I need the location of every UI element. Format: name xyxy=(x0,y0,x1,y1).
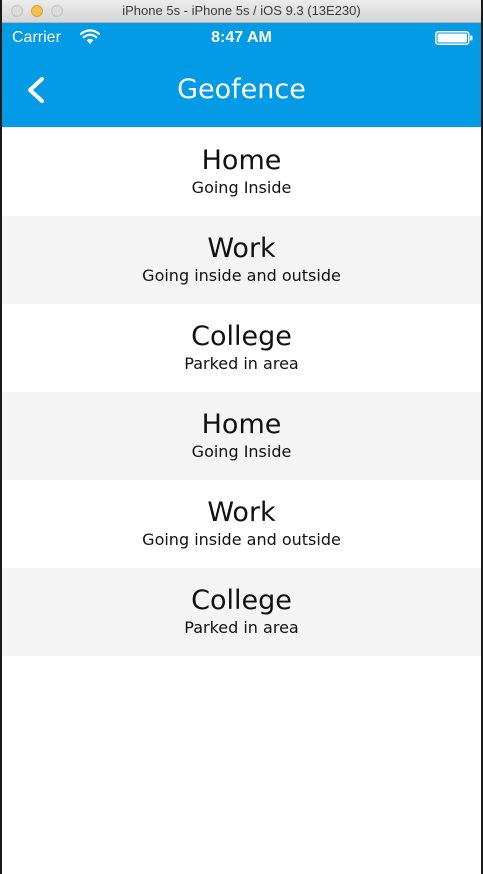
geofence-name: Work xyxy=(207,233,276,264)
window-title: iPhone 5s - iPhone 5s / iOS 9.3 (13E230) xyxy=(122,3,361,18)
status-time: 8:47 AM xyxy=(211,29,272,46)
geofence-name: College xyxy=(191,321,292,352)
geofence-list-item[interactable]: Home Going Inside xyxy=(2,128,481,216)
simulator-window: iPhone 5s - iPhone 5s / iOS 9.3 (13E230)… xyxy=(0,0,483,874)
geofence-name: Home xyxy=(201,409,282,440)
geofence-event: Going Inside xyxy=(191,442,292,461)
geofence-list-item[interactable]: Home Going Inside xyxy=(2,392,481,480)
geofence-list-item[interactable]: College Parked in area xyxy=(2,568,481,656)
navigation-bar: Geofence xyxy=(2,52,481,127)
geofence-event: Going Inside xyxy=(191,178,292,197)
status-bar: Carrier 8:47 AM xyxy=(2,23,481,52)
geofence-event: Going inside and outside xyxy=(142,266,341,285)
geofence-event: Going inside and outside xyxy=(142,530,341,549)
geofence-event: Parked in area xyxy=(184,354,299,373)
battery-icon xyxy=(435,31,473,45)
geofence-list-item[interactable]: College Parked in area xyxy=(2,304,481,392)
geofence-event: Parked in area xyxy=(184,618,299,637)
geofence-name: Work xyxy=(207,497,276,528)
geofence-list-item[interactable]: Work Going inside and outside xyxy=(2,216,481,304)
geofence-list-item[interactable]: Work Going inside and outside xyxy=(2,480,481,568)
window-titlebar: iPhone 5s - iPhone 5s / iOS 9.3 (13E230) xyxy=(2,0,481,23)
geofence-name: College xyxy=(191,585,292,616)
geofence-name: Home xyxy=(201,145,282,176)
page-title: Geofence xyxy=(177,74,306,105)
geofence-list: Home Going Inside Work Going inside and … xyxy=(2,128,481,656)
